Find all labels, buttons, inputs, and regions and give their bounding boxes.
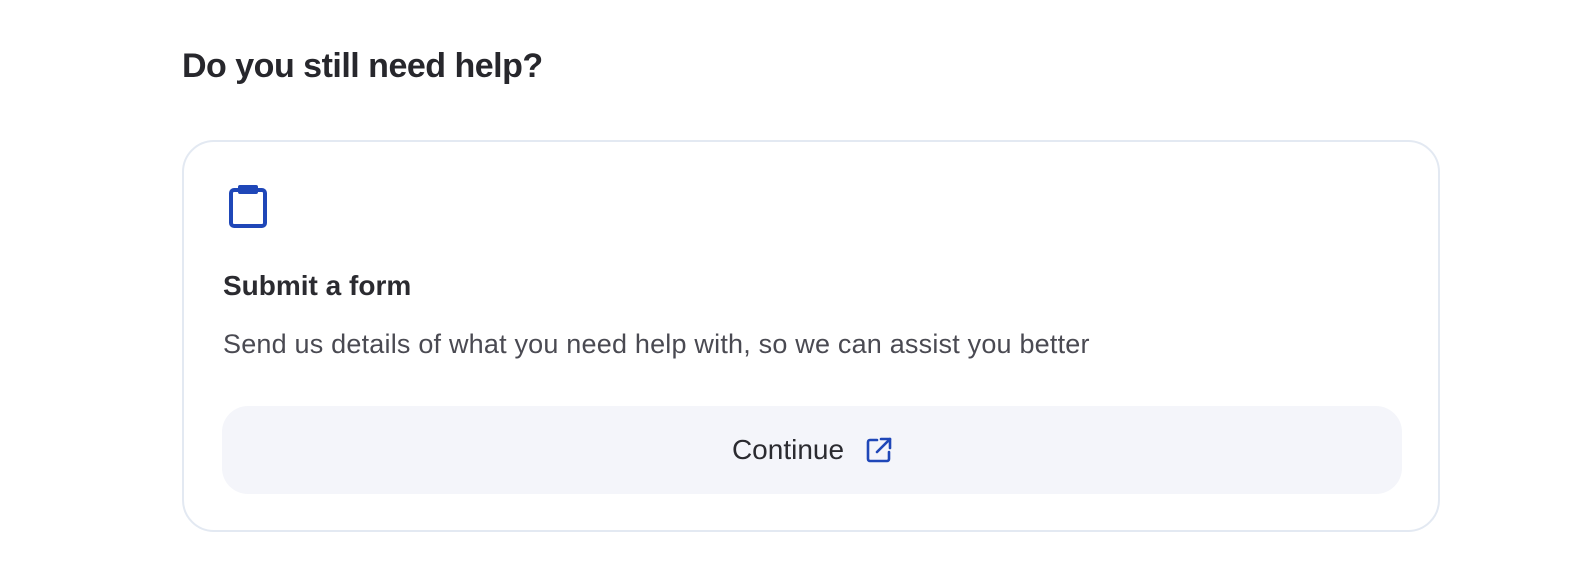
clipboard-icon bbox=[228, 184, 268, 228]
continue-button[interactable]: Continue bbox=[222, 406, 1402, 494]
external-link-icon bbox=[866, 437, 892, 463]
card-title: Submit a form bbox=[223, 270, 412, 301]
section-heading: Do you still need help? bbox=[182, 47, 543, 85]
card-description: Send us details of what you need help wi… bbox=[223, 329, 1090, 359]
help-section: Do you still need help? Submit a form Se… bbox=[0, 0, 1594, 584]
submit-form-card: Submit a form Send us details of what yo… bbox=[182, 140, 1440, 532]
continue-button-label: Continue bbox=[731, 434, 845, 465]
